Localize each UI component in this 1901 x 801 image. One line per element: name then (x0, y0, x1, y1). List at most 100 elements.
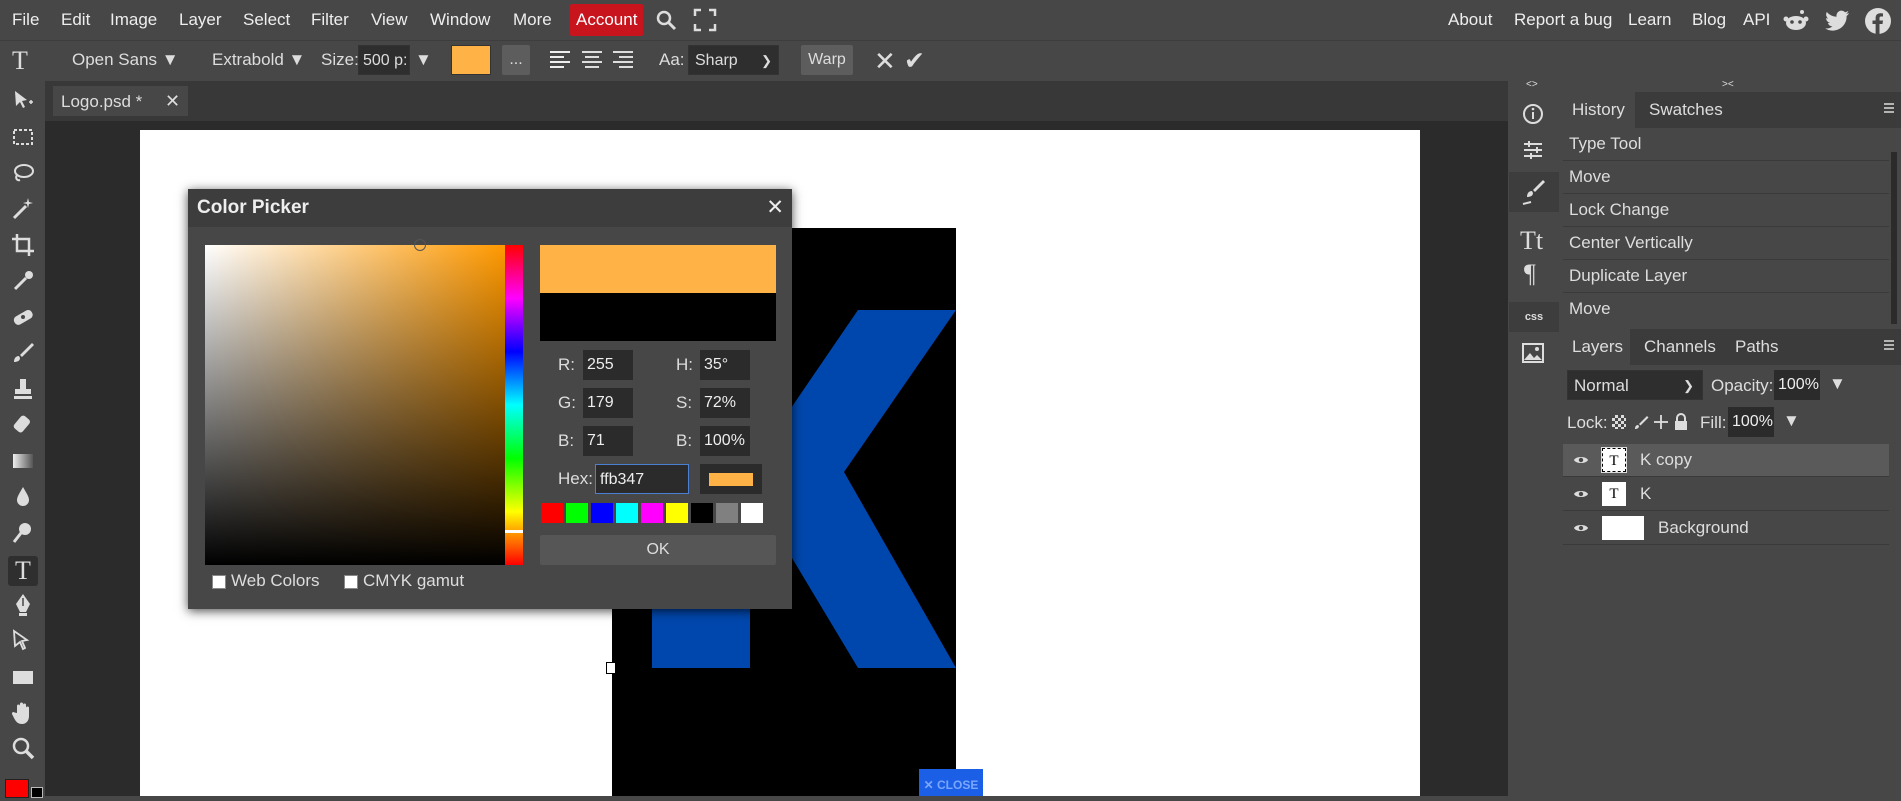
info-icon[interactable] (1521, 102, 1545, 126)
ok-button[interactable]: OK (540, 535, 776, 565)
search-icon[interactable] (654, 8, 678, 32)
fill-input[interactable]: 100% (1728, 407, 1774, 437)
menu-edit[interactable]: Edit (61, 0, 90, 40)
close-tab-icon[interactable]: ✕ (165, 91, 180, 111)
reddit-icon[interactable] (1783, 8, 1809, 34)
lock-all-icon[interactable] (1673, 413, 1689, 431)
lock-pixels-icon[interactable] (1633, 414, 1649, 430)
blur-tool-icon[interactable] (8, 484, 38, 514)
h-input[interactable]: 35° (700, 350, 750, 380)
pen-tool-icon[interactable] (8, 592, 38, 622)
eyedropper-tool-icon[interactable] (8, 268, 38, 298)
magic-wand-tool-icon[interactable] (8, 196, 38, 226)
close-banner-button[interactable]: ✕ CLOSE (919, 769, 983, 796)
antialias-select[interactable]: Sharp ❯ (688, 45, 779, 75)
hand-tool-icon[interactable] (8, 700, 38, 730)
link-report-bug[interactable]: Report a bug (1514, 0, 1612, 40)
tab-channels[interactable]: Channels (1644, 329, 1716, 365)
marquee-tool-icon[interactable] (8, 124, 38, 154)
swatch-gray[interactable] (716, 503, 738, 523)
close-dialog-icon[interactable]: ✕ (766, 195, 784, 220)
brush-panel-tab[interactable] (1509, 172, 1559, 212)
history-item[interactable]: Duplicate Layer (1563, 260, 1889, 293)
menu-image[interactable]: Image (110, 0, 157, 40)
r-input[interactable]: 255 (583, 350, 633, 380)
brightness-input[interactable]: 100% (700, 426, 750, 456)
background-color-swatch[interactable] (31, 787, 43, 798)
crop-tool-icon[interactable] (8, 232, 38, 262)
tab-paths[interactable]: Paths (1735, 329, 1778, 365)
font-family-select[interactable]: Open Sans ▼ (72, 40, 179, 80)
swatch-green[interactable] (566, 503, 588, 523)
eye-icon[interactable] (1573, 520, 1589, 536)
link-blog[interactable]: Blog (1692, 0, 1726, 40)
menu-select[interactable]: Select (243, 0, 290, 40)
move-tool-icon[interactable] (8, 88, 38, 118)
link-learn[interactable]: Learn (1628, 0, 1671, 40)
layer-row-k-copy[interactable]: T K copy (1563, 444, 1889, 477)
b-input[interactable]: 71 (583, 426, 633, 456)
collapse-panels-icon[interactable]: >< (1722, 79, 1734, 90)
account-button[interactable]: Account (570, 4, 644, 36)
zoom-tool-icon[interactable] (8, 736, 38, 766)
menu-file[interactable]: File (12, 0, 39, 40)
link-api[interactable]: API (1743, 0, 1770, 40)
swatch-cyan[interactable] (616, 503, 638, 523)
swatch-black[interactable] (691, 503, 713, 523)
history-item[interactable]: Move (1563, 161, 1889, 194)
align-center-icon[interactable] (580, 48, 604, 72)
menu-layer[interactable]: Layer (179, 0, 222, 40)
hex-input[interactable]: ffb347 (595, 464, 689, 494)
cmyk-gamut-checkbox[interactable] (344, 575, 358, 589)
layers-panel-menu-icon[interactable] (1882, 337, 1896, 353)
history-scrollbar[interactable] (1891, 152, 1897, 324)
g-input[interactable]: 179 (583, 388, 633, 418)
opacity-dropdown-icon[interactable]: ▼ (1829, 374, 1846, 394)
swatch-magenta[interactable] (641, 503, 663, 523)
menu-view[interactable]: View (371, 0, 408, 40)
saturation-brightness-field[interactable] (205, 245, 505, 565)
shape-tool-icon[interactable] (8, 664, 38, 694)
swatch-blue[interactable] (591, 503, 613, 523)
transform-handle[interactable] (606, 662, 616, 674)
swatch-white[interactable] (741, 503, 763, 523)
web-colors-checkbox[interactable] (212, 575, 226, 589)
fill-dropdown-icon[interactable]: ▼ (1783, 411, 1800, 431)
menu-filter[interactable]: Filter (311, 0, 349, 40)
swatch-yellow[interactable] (666, 503, 688, 523)
more-options-button[interactable]: ... (502, 45, 530, 75)
lock-position-icon[interactable] (1653, 414, 1669, 430)
css-panel-tab[interactable]: css (1509, 302, 1559, 332)
dodge-tool-icon[interactable] (8, 520, 38, 550)
warp-button[interactable]: Warp (801, 45, 853, 75)
eraser-tool-icon[interactable] (8, 412, 38, 442)
history-item[interactable]: Type Tool (1563, 128, 1889, 161)
tab-swatches[interactable]: Swatches (1649, 92, 1723, 128)
layer-name[interactable]: K copy (1640, 450, 1692, 470)
s-input[interactable]: 72% (700, 388, 750, 418)
facebook-icon[interactable] (1864, 7, 1892, 35)
commit-edit-icon[interactable]: ✔ (904, 46, 925, 76)
document-tab[interactable]: Logo.psd * ✕ (53, 86, 189, 116)
align-right-icon[interactable] (611, 48, 635, 72)
cancel-edit-icon[interactable]: ✕ (874, 46, 896, 77)
history-item[interactable]: Move (1563, 293, 1889, 325)
adjustments-icon[interactable] (1521, 138, 1545, 162)
menu-window[interactable]: Window (430, 0, 490, 40)
fullscreen-icon[interactable] (693, 8, 717, 32)
path-select-tool-icon[interactable] (8, 628, 38, 658)
healing-brush-tool-icon[interactable] (8, 304, 38, 334)
layer-name[interactable]: Background (1658, 518, 1749, 538)
tab-history[interactable]: History (1572, 92, 1625, 128)
font-weight-select[interactable]: Extrabold ▼ (212, 40, 305, 80)
history-item[interactable]: Lock Change (1563, 194, 1889, 227)
twitter-icon[interactable] (1825, 8, 1851, 34)
hue-slider[interactable] (505, 245, 523, 565)
align-left-icon[interactable] (548, 48, 572, 72)
opacity-input[interactable]: 100% (1774, 370, 1820, 400)
text-color-swatch[interactable] (451, 45, 491, 75)
eye-icon[interactable] (1573, 486, 1589, 502)
clone-stamp-tool-icon[interactable] (8, 376, 38, 406)
type-tool-icon[interactable]: T (8, 556, 38, 586)
image-icon[interactable] (1521, 341, 1545, 365)
